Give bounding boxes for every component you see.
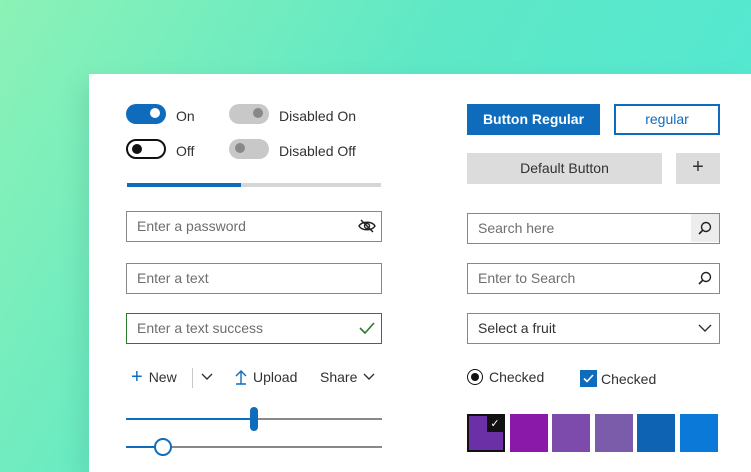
toggle-knob: [235, 143, 245, 153]
command-divider: [192, 368, 193, 388]
toggle-off[interactable]: [126, 139, 166, 159]
checkbox-label: Checked: [601, 370, 657, 387]
toggle-disabled-on-label: Disabled On: [279, 108, 357, 124]
toggle-disabled-off: [229, 139, 269, 159]
command-share[interactable]: Share: [320, 369, 375, 385]
checkbox-box: [580, 370, 597, 387]
slider-fill: [126, 418, 254, 420]
eye-hide-icon[interactable]: [353, 212, 381, 240]
fruit-select[interactable]: Select a fruit: [467, 313, 720, 344]
checkbox-checked[interactable]: Checked: [580, 370, 656, 387]
toggle-disabled-on: [229, 104, 269, 124]
color-swatch[interactable]: [509, 414, 548, 452]
search-icon[interactable]: [691, 214, 719, 242]
chevron-down-icon: [691, 314, 719, 342]
chevron-down-icon: [363, 373, 375, 380]
upload-icon: [235, 370, 247, 385]
toggle-disabled-off-label: Disabled Off: [279, 143, 356, 159]
search2-placeholder: Enter to Search: [478, 270, 576, 286]
password-placeholder: Enter a password: [137, 218, 246, 234]
primary-button[interactable]: Button Regular: [467, 104, 600, 135]
search-field[interactable]: Search here: [467, 213, 720, 244]
toggle-on-label: On: [176, 108, 195, 124]
outline-button[interactable]: regular: [614, 104, 720, 135]
radio-checked[interactable]: Checked: [467, 369, 544, 385]
search-placeholder: Search here: [478, 220, 555, 236]
command-upload[interactable]: Upload: [235, 369, 297, 385]
command-new[interactable]: + New: [131, 366, 177, 388]
check-icon: [583, 374, 594, 383]
chevron-down-icon: [201, 373, 213, 380]
color-swatch[interactable]: [679, 414, 718, 452]
add-button[interactable]: +: [676, 153, 720, 184]
toggle-on[interactable]: [126, 104, 166, 124]
controls-panel: On Disabled On Off Disabled Off Enter a …: [89, 74, 751, 472]
color-swatch[interactable]: [637, 414, 675, 452]
text-field-success[interactable]: Enter a text success: [126, 313, 382, 344]
command-new-dropdown[interactable]: [201, 373, 213, 381]
radio-circle: [467, 369, 483, 385]
success-placeholder: Enter a text success: [137, 320, 264, 336]
toggle-knob: [132, 144, 142, 154]
default-button[interactable]: Default Button: [467, 153, 662, 184]
progress-bar: [127, 183, 381, 187]
fruit-select-value: Select a fruit: [478, 320, 556, 336]
toggle-off-label: Off: [176, 143, 195, 159]
search-icon[interactable]: [691, 264, 719, 292]
slider-thumb[interactable]: [250, 407, 258, 431]
command-share-label: Share: [320, 369, 358, 385]
color-swatch[interactable]: [552, 414, 590, 452]
color-swatch[interactable]: [594, 414, 633, 452]
command-new-label: New: [148, 369, 177, 385]
command-upload-label: Upload: [253, 369, 298, 385]
plus-icon: +: [131, 366, 143, 388]
progress-fill: [127, 183, 242, 187]
check-icon: [353, 314, 381, 342]
color-swatch[interactable]: ✓: [467, 414, 505, 452]
radio-dot: [471, 373, 479, 381]
password-field[interactable]: Enter a password: [126, 211, 382, 242]
slider-thumb-circle[interactable]: [153, 438, 172, 456]
toggle-knob: [150, 108, 160, 118]
check-icon: ✓: [487, 416, 503, 432]
toggle-knob: [253, 108, 263, 118]
radio-label: Checked: [489, 369, 545, 385]
text-field[interactable]: Enter a text: [126, 263, 382, 294]
text-placeholder: Enter a text: [137, 270, 209, 286]
search-field-2[interactable]: Enter to Search: [467, 263, 720, 294]
